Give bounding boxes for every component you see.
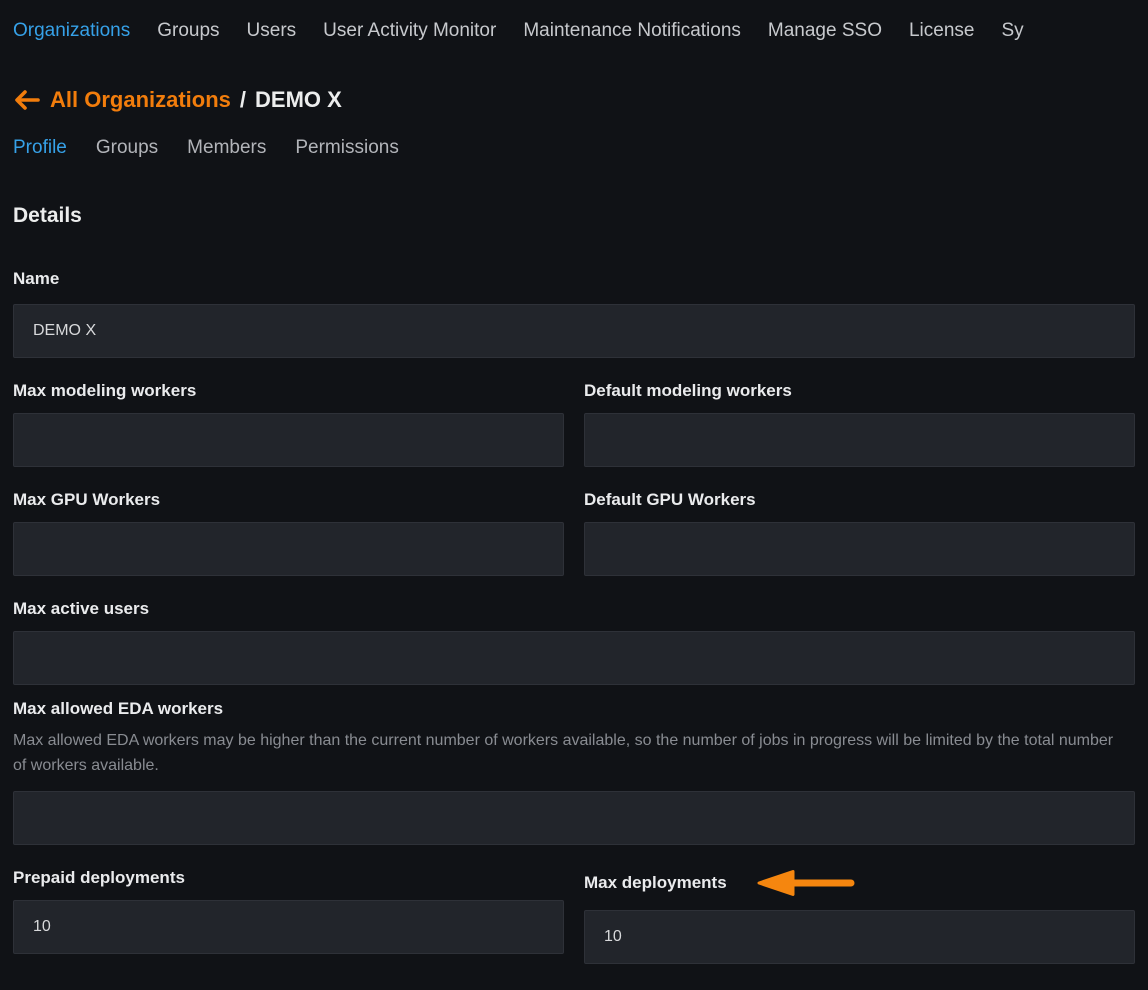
max-allowed-eda-workers-input[interactable]	[13, 791, 1135, 845]
max-modeling-workers-input[interactable]	[13, 413, 564, 467]
gpu-workers-row: Max GPU Workers Default GPU Workers	[13, 467, 1135, 576]
max-deployments-label: Max deployments	[584, 873, 727, 893]
tab-profile[interactable]: Profile	[13, 137, 67, 159]
nav-item-users[interactable]: Users	[247, 20, 297, 42]
max-gpu-workers-input[interactable]	[13, 522, 564, 576]
max-allowed-eda-workers-field: Max allowed EDA workers Max allowed EDA …	[13, 699, 1135, 845]
prepaid-deployments-input[interactable]	[13, 900, 564, 954]
breadcrumb-separator: /	[240, 87, 246, 113]
default-gpu-workers-input[interactable]	[584, 522, 1135, 576]
breadcrumb: All Organizations / DEMO X	[13, 87, 1135, 113]
default-modeling-workers-label: Default modeling workers	[584, 381, 1135, 401]
max-gpu-workers-label: Max GPU Workers	[13, 490, 564, 510]
nav-item-organizations[interactable]: Organizations	[13, 20, 130, 42]
max-deployments-input[interactable]	[584, 910, 1135, 964]
breadcrumb-current: DEMO X	[255, 87, 342, 113]
max-allowed-eda-workers-label: Max allowed EDA workers	[13, 699, 1135, 719]
tab-permissions[interactable]: Permissions	[295, 137, 398, 159]
max-deployments-label-row: Max deployments	[584, 868, 1135, 898]
max-active-users-label: Max active users	[13, 599, 1135, 619]
default-gpu-workers-label: Default GPU Workers	[584, 490, 1135, 510]
nav-item-user-activity-monitor[interactable]: User Activity Monitor	[323, 20, 496, 42]
tab-bar: Profile Groups Members Permissions	[13, 137, 1135, 159]
nav-item-clipped[interactable]: Sy	[1001, 20, 1023, 42]
back-arrow-icon[interactable]	[13, 89, 40, 111]
max-modeling-workers-label: Max modeling workers	[13, 381, 564, 401]
tab-members[interactable]: Members	[187, 137, 266, 159]
deployments-row: Prepaid deployments Max deployments	[13, 845, 1135, 964]
breadcrumb-parent-link[interactable]: All Organizations	[50, 87, 231, 113]
section-title: Details	[13, 204, 1135, 228]
tab-groups[interactable]: Groups	[96, 137, 158, 159]
annotation-left-arrow-icon	[751, 868, 859, 898]
top-nav: Organizations Groups Users User Activity…	[0, 0, 1148, 42]
max-active-users-input[interactable]	[13, 631, 1135, 685]
default-modeling-workers-input[interactable]	[584, 413, 1135, 467]
name-label: Name	[13, 269, 1135, 289]
nav-item-groups[interactable]: Groups	[157, 20, 219, 42]
nav-item-maintenance-notifications[interactable]: Maintenance Notifications	[523, 20, 741, 42]
modeling-workers-row: Max modeling workers Default modeling wo…	[13, 358, 1135, 467]
max-allowed-eda-workers-help: Max allowed EDA workers may be higher th…	[13, 728, 1123, 778]
nav-item-manage-sso[interactable]: Manage SSO	[768, 20, 882, 42]
name-input[interactable]	[13, 304, 1135, 358]
details-form: Name Max modeling workers Default modeli…	[13, 269, 1135, 964]
nav-item-license[interactable]: License	[909, 20, 975, 42]
page-content: All Organizations / DEMO X Profile Group…	[0, 87, 1148, 964]
prepaid-deployments-label: Prepaid deployments	[13, 868, 564, 888]
